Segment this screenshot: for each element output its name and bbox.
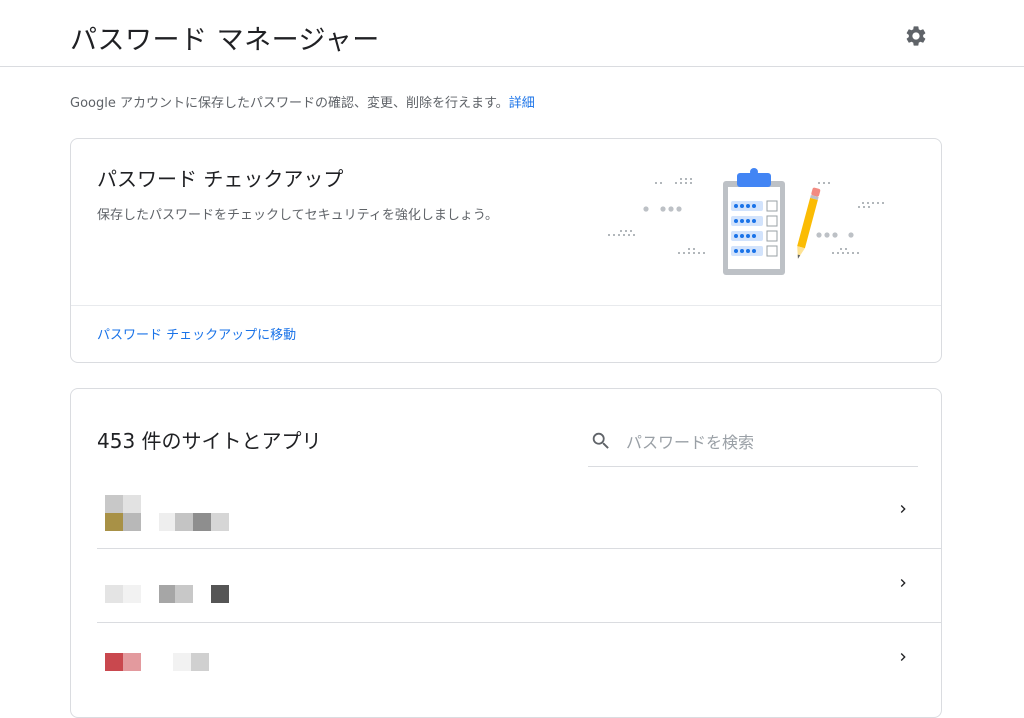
favicon-pixel (105, 567, 123, 585)
favicon-pixel (105, 495, 123, 513)
favicon-pixel (123, 567, 141, 585)
intro-text: Google アカウントに保存したパスワードの確認、変更、削除を行えます。詳細 (70, 92, 535, 111)
blurred-block (175, 513, 193, 531)
chevron-right-icon[interactable] (895, 501, 911, 517)
sites-count-title: 453 件のサイトとアプリ (97, 429, 322, 453)
site-favicon (105, 495, 141, 531)
site-row[interactable] (97, 623, 942, 697)
password-checkup-card: パスワード チェックアップ 保存したパスワードをチェックしてセキュリティを強化し… (70, 138, 942, 363)
learn-more-link[interactable]: 詳細 (509, 96, 535, 111)
search-box (588, 421, 918, 467)
checkup-title: パスワード チェックアップ (97, 167, 344, 191)
blurred-block (175, 585, 193, 603)
favicon-pixel (123, 653, 141, 671)
site-favicon (105, 567, 141, 603)
search-input[interactable] (626, 427, 906, 457)
blurred-block (193, 513, 211, 531)
favicon-pixel (105, 585, 123, 603)
favicon-pixel (123, 495, 141, 513)
go-to-checkup-link[interactable]: パスワード チェックアップに移動 (97, 324, 296, 343)
favicon-pixel (105, 653, 123, 671)
favicon-pixel (105, 633, 123, 651)
saved-sites-card: 453 件のサイトとアプリ (70, 388, 942, 718)
checkup-divider (71, 305, 941, 306)
intro-description: Google アカウントに保存したパスワードの確認、変更、削除を行えます。 (70, 96, 509, 111)
favicon-pixel (123, 513, 141, 531)
blurred-block (211, 513, 229, 531)
favicon-pixel (123, 633, 141, 651)
gear-icon[interactable] (904, 24, 928, 48)
checkup-description: 保存したパスワードをチェックしてセキュリティを強化しましょう。 (97, 208, 499, 223)
favicon-pixel (123, 585, 141, 603)
blurred-block (191, 653, 209, 671)
site-row[interactable] (97, 549, 942, 623)
site-favicon (105, 633, 141, 671)
blurred-block (211, 585, 229, 603)
chevron-right-icon[interactable] (895, 575, 911, 591)
app-header: パスワード マネージャー (0, 0, 1024, 67)
clipboard-checklist-icon (608, 168, 884, 275)
chevron-right-icon[interactable] (895, 649, 911, 665)
favicon-pixel (105, 513, 123, 531)
page-title: パスワード マネージャー (70, 25, 380, 56)
search-icon (592, 432, 609, 449)
site-row[interactable] (97, 475, 942, 549)
blurred-block (173, 653, 191, 671)
